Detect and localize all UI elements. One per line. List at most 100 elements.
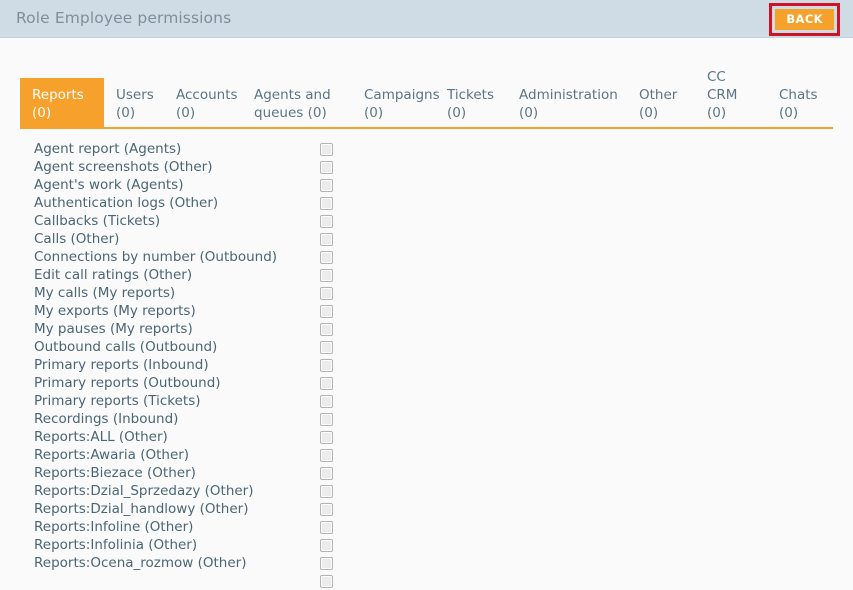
list-item: Connections by number (Outbound) [20,248,833,266]
permission-checkbox[interactable] [320,394,333,408]
permission-checkbox[interactable] [320,304,333,318]
permission-label: Edit call ratings (Other) [34,267,193,283]
list-item [20,572,833,590]
tab-cc-crm-label: CC CRM (0) [707,69,738,121]
tabs-container: Reports (0) Users (0) Accounts (0) Agent… [20,38,833,129]
list-item: Reports:ALL (Other) [20,428,833,446]
list-item: My calls (My reports) [20,284,833,302]
tab-users-label: Users (0) [116,87,154,121]
list-item: Calls (Other) [20,230,833,248]
back-button-highlight: BACK [769,3,840,36]
permission-label: Callbacks (Tickets) [34,213,161,229]
list-item: Primary reports (Inbound) [20,356,833,374]
permission-label: Agent report (Agents) [34,141,182,157]
tab-cc-crm[interactable]: CC CRM (0) [695,60,767,129]
permission-checkbox[interactable] [320,538,333,552]
permission-checkbox[interactable] [320,502,333,516]
tab-agents-and-queues[interactable]: Agents and queues (0) [242,78,352,129]
tab-chats-label: Chats (0) [779,87,818,121]
tab-tickets-label: Tickets (0) [447,87,494,121]
list-item: Agent screenshots (Other) [20,158,833,176]
permission-checkbox[interactable] [320,286,333,300]
permission-checkbox[interactable] [320,448,333,462]
permission-checkbox[interactable] [320,484,333,498]
permission-checkbox[interactable] [320,574,333,588]
list-item: Reports:Awaria (Other) [20,446,833,464]
back-button[interactable]: BACK [775,9,834,30]
permission-checkbox[interactable] [320,556,333,570]
tab-reports[interactable]: Reports (0) [20,78,104,129]
permission-list: Agent report (Agents) Agent screenshots … [20,140,833,590]
permission-checkbox[interactable] [320,430,333,444]
list-item: Authentication logs (Other) [20,194,833,212]
permission-checkbox[interactable] [320,250,333,264]
permission-label: My calls (My reports) [34,285,176,301]
tab-other[interactable]: Other (0) [627,78,695,129]
content-panel: Reports (0) Users (0) Accounts (0) Agent… [0,38,853,588]
permission-label: Primary reports (Tickets) [34,393,201,409]
permission-checkbox[interactable] [320,232,333,246]
permission-label: Outbound calls (Outbound) [34,339,218,355]
permission-label: Calls (Other) [34,231,120,247]
list-item: Primary reports (Tickets) [20,392,833,410]
list-item: Reports:Biezace (Other) [20,464,833,482]
permission-label: Reports:Infoline (Other) [34,519,194,535]
permission-checkbox[interactable] [320,376,333,390]
permission-label: Reports:Biezace (Other) [34,465,196,481]
permission-checkbox[interactable] [320,178,333,192]
permission-label: Agent's work (Agents) [34,177,184,193]
permission-label: Reports:Dzial_Sprzedazy (Other) [34,483,254,499]
permission-checkbox[interactable] [320,358,333,372]
tab-accounts-label: Accounts (0) [176,87,238,121]
page-header: Role Employee permissions BACK [0,0,853,38]
permission-checkbox[interactable] [320,322,333,336]
tab-users[interactable]: Users (0) [104,78,164,129]
permission-label: Reports:ALL (Other) [34,429,168,445]
permission-label: Connections by number (Outbound) [34,249,278,265]
permission-checkbox[interactable] [320,268,333,282]
permission-label: Reports:Dzial_handlowy (Other) [34,501,249,517]
page-title: Role Employee permissions [16,9,232,27]
permission-label: My pauses (My reports) [34,321,193,337]
tab-tickets[interactable]: Tickets (0) [435,78,507,129]
list-item: Recordings (Inbound) [20,410,833,428]
tab-administration-label: Administration (0) [519,87,618,121]
list-item: Reports:Dzial_handlowy (Other) [20,500,833,518]
list-item: Reports:Dzial_Sprzedazy (Other) [20,482,833,500]
list-item: Reports:Ocena_rozmow (Other) [20,554,833,572]
permission-label: Authentication logs (Other) [34,195,219,211]
permission-checkbox[interactable] [320,142,333,156]
permission-label: Primary reports (Inbound) [34,357,209,373]
permission-label: Primary reports (Outbound) [34,375,221,391]
list-item: Agent's work (Agents) [20,176,833,194]
list-item: Outbound calls (Outbound) [20,338,833,356]
list-item: My exports (My reports) [20,302,833,320]
permission-label: Recordings (Inbound) [34,411,179,427]
permission-checkbox[interactable] [320,340,333,354]
permission-checkbox[interactable] [320,214,333,228]
permission-checkbox[interactable] [320,160,333,174]
tab-reports-label: Reports (0) [32,87,84,121]
permission-label: My exports (My reports) [34,303,196,319]
tab-campaigns[interactable]: Campaigns (0) [352,78,440,129]
permission-checkbox[interactable] [320,412,333,426]
permission-checkbox[interactable] [320,196,333,210]
permission-label: Agent screenshots (Other) [34,159,213,175]
list-item: Primary reports (Outbound) [20,374,833,392]
list-item: Reports:Infolinia (Other) [20,536,833,554]
permission-category-tabs: Reports (0) Users (0) Accounts (0) Agent… [20,58,833,129]
permission-label: Reports:Ocena_rozmow (Other) [34,555,247,571]
permission-checkbox[interactable] [320,520,333,534]
list-item: My pauses (My reports) [20,320,833,338]
tab-administration[interactable]: Administration (0) [507,78,627,129]
list-item: Callbacks (Tickets) [20,212,833,230]
permission-label: Reports:Awaria (Other) [34,447,190,463]
list-item: Reports:Infoline (Other) [20,518,833,536]
list-item: Agent report (Agents) [20,140,833,158]
permission-checkbox[interactable] [320,466,333,480]
tab-chats[interactable]: Chats (0) [767,78,829,129]
list-item: Edit call ratings (Other) [20,266,833,284]
tab-accounts[interactable]: Accounts (0) [164,78,242,129]
tab-campaigns-label: Campaigns (0) [364,87,440,121]
tab-other-label: Other (0) [639,87,678,121]
